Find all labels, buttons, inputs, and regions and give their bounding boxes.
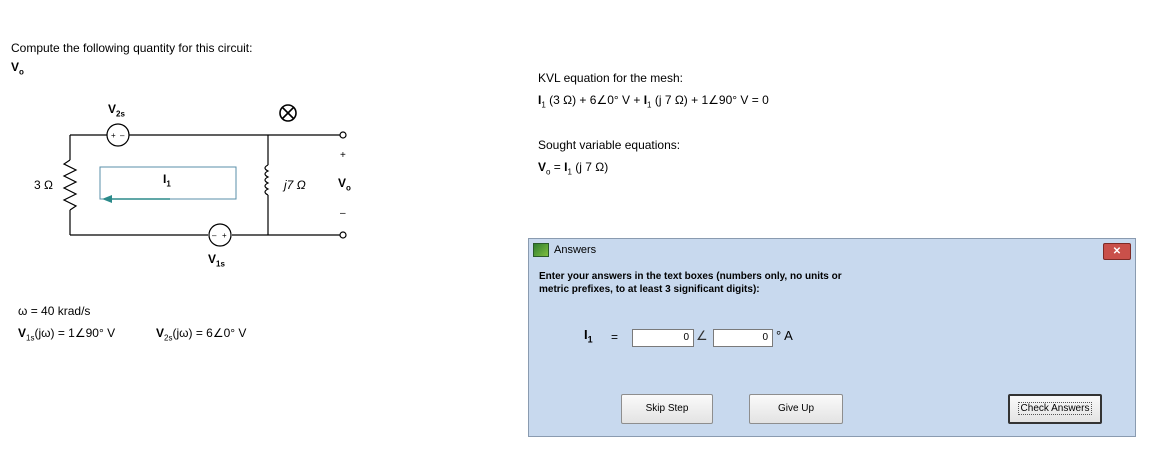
circuit-diagram: + – – + + – [62,104,347,247]
sought-equation: Vo = I1 (j 7 Ω) [538,160,609,177]
resistor-label: 3 Ω [34,178,53,192]
v2s-plus: + [111,131,116,140]
prompt-text: Compute the following quantity for this … [11,41,253,55]
vo-label: Vo [338,176,351,193]
vo-minus: – [340,208,346,219]
equals-sign: = [611,330,619,344]
answer-variable-label: I1 [584,327,593,345]
inductor-label: j7 Ω [284,178,306,192]
v1s-label: V1s [208,252,225,269]
terminal-bottom [339,231,347,239]
v2s-param: V2s(jω) = 6∠0° V [156,326,247,343]
kvl-title: KVL equation for the mesh: [538,71,683,85]
v2s-minus: – [120,131,125,140]
angle-input[interactable]: 0 [713,329,773,347]
app-icon [533,243,549,257]
dialog-titlebar[interactable]: Answers ✕ [529,239,1135,261]
close-button[interactable]: ✕ [1103,243,1131,260]
check-answers-button[interactable]: Check Answers [1008,394,1102,424]
vo-plus: + [340,150,346,161]
answers-dialog: Answers ✕ Enter your answers in the text… [528,238,1136,437]
terminal-top [339,131,347,139]
target-quantity: Vo [11,60,24,77]
v1s-param: V1s(jω) = 1∠90° V [18,326,116,343]
v1s-minus: – [212,231,217,240]
give-up-button[interactable]: Give Up [749,394,843,424]
magnitude-input[interactable]: 0 [632,329,694,347]
omega-text: ω = 40 krad/s [18,304,91,318]
dialog-title: Answers [554,244,597,256]
dialog-instructions: Enter your answers in the text boxes (nu… [539,271,842,295]
skip-step-button[interactable]: Skip Step [621,394,713,424]
unit-label: ° A [776,328,793,343]
sought-title: Sought variable equations: [538,138,681,152]
kvl-equation: I1 (3 Ω) + 6∠0° V + I1 (j 7 Ω) + 1∠90° V… [538,93,769,110]
v1s-plus: + [222,231,227,240]
angle-icon: ∠ [696,328,708,343]
current-label: I1 [163,172,171,189]
v2s-label: V2s [108,102,125,119]
